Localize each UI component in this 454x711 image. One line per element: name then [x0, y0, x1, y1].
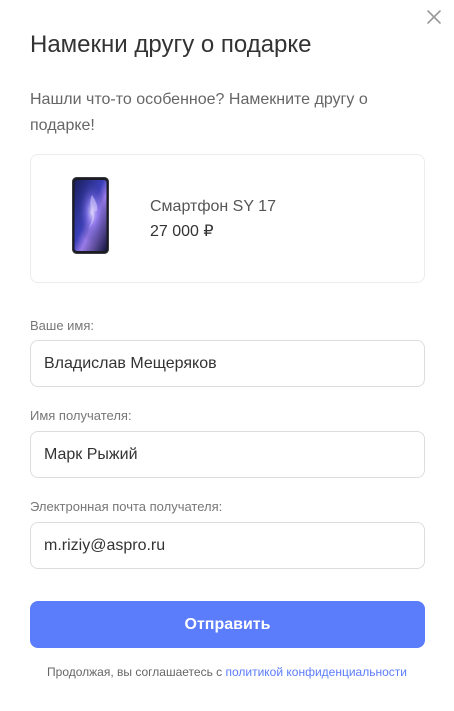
privacy-policy-link[interactable]: политикой конфиденциальности: [225, 665, 406, 679]
recipient-email-input[interactable]: [30, 522, 425, 569]
recipient-name-input[interactable]: [30, 431, 425, 478]
product-price: 27 000 ₽: [150, 223, 214, 240]
recipient-email-label: Электронная почта получателя:: [30, 499, 223, 514]
submit-button[interactable]: Отправить: [30, 601, 425, 648]
close-icon[interactable]: [424, 7, 444, 27]
consent-note: Продолжая, вы соглашаетесь с политикой к…: [0, 664, 454, 680]
product-card: Смартфон SY 17 27 000 ₽: [30, 154, 425, 283]
consent-text: Продолжая, вы соглашаетесь с: [47, 665, 226, 679]
smartphone-image-icon: [72, 177, 109, 254]
sender-name-input[interactable]: [30, 340, 425, 387]
sender-name-label: Ваше имя:: [30, 318, 95, 333]
recipient-name-label: Имя получателя:: [30, 408, 132, 423]
product-name[interactable]: Смартфон SY 17: [150, 196, 276, 218]
modal-title: Намекни другу о подарке: [30, 31, 312, 58]
modal-subtitle: Нашли что-то особенное? Намекните другу …: [30, 91, 368, 134]
gift-hint-modal: Намекни другу о подарке Нашли что-то осо…: [0, 0, 454, 711]
